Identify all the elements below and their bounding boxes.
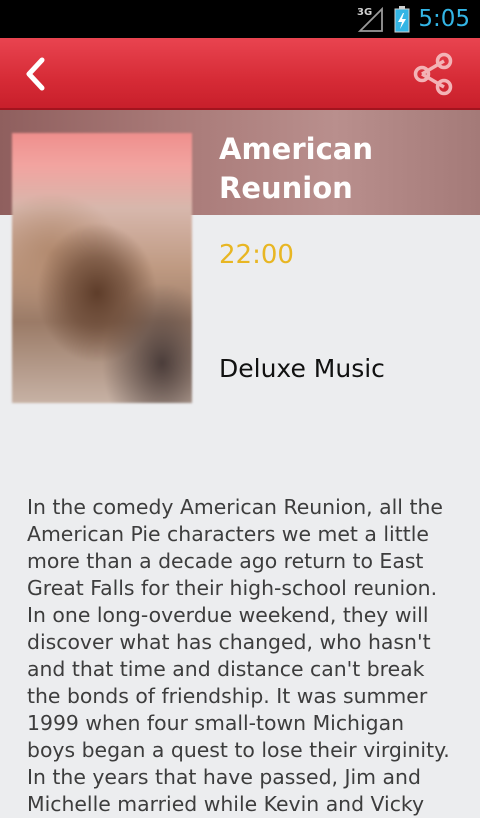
program-title: American Reunion (219, 132, 373, 205)
battery-charging-icon (394, 6, 410, 33)
chevron-left-icon (26, 57, 45, 91)
back-button[interactable] (10, 48, 62, 100)
status-bar: 3G 5:05 (0, 0, 480, 38)
status-time: 5:05 (418, 6, 470, 32)
svg-text:3G: 3G (357, 7, 372, 18)
program-time: 22:00 (219, 240, 294, 270)
program-poster (12, 133, 192, 403)
signal-3g-icon: 3G (357, 6, 384, 32)
share-button[interactable] (410, 50, 458, 98)
status-icons: 3G 5:05 (356, 0, 470, 38)
share-icon (413, 52, 453, 96)
action-bar (0, 38, 480, 110)
program-channel: Deluxe Music (219, 354, 385, 383)
program-description: In the comedy American Reunion, all the … (27, 495, 450, 816)
